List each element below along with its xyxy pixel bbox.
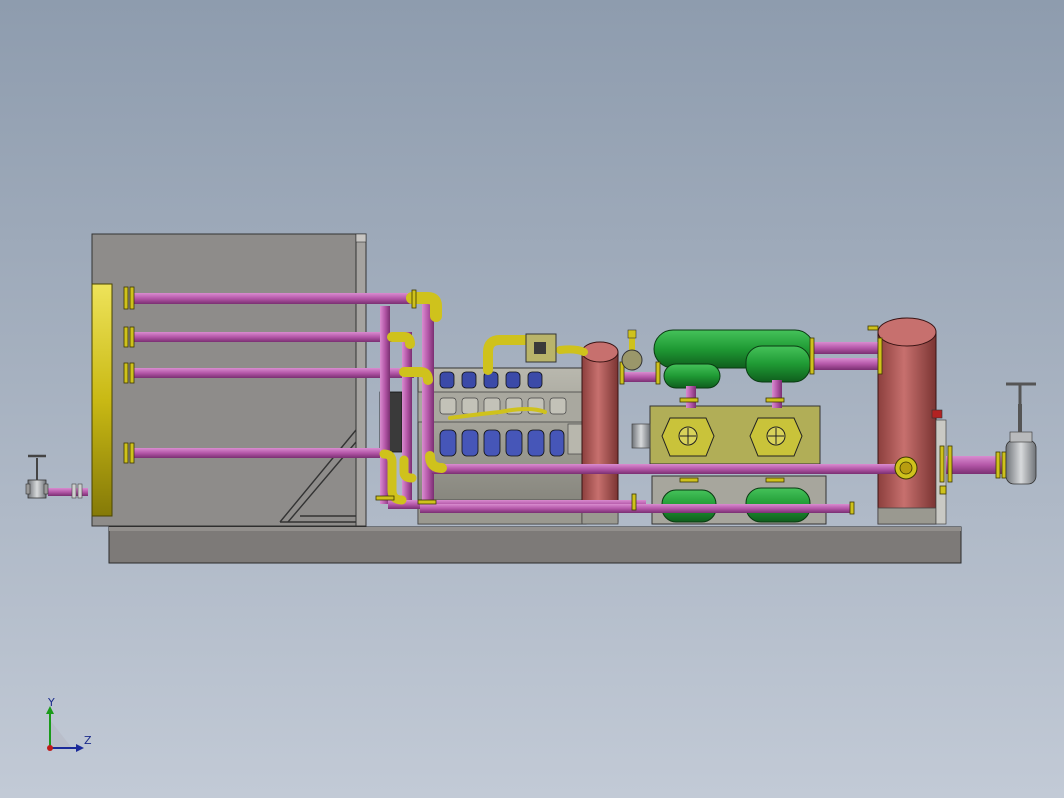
scrubber-vessel-left (581, 341, 619, 525)
outlet-valve (1005, 382, 1037, 485)
z-axis-label: Z (84, 734, 92, 747)
compressor-cylinder-left (661, 417, 715, 457)
cad-viewport[interactable]: Y Z (0, 0, 1064, 798)
skid-base (108, 526, 962, 564)
y-axis-label: Y (47, 698, 55, 709)
compressor-cylinder-right (749, 417, 803, 457)
nozzle-flange (894, 456, 918, 480)
x-axis-dot (47, 745, 53, 751)
upper-pulsation-bottles (653, 329, 815, 408)
inlet-valve (25, 454, 88, 499)
scrubber-vessel-right (877, 317, 947, 525)
triad-plane (50, 720, 72, 748)
cad-model-view[interactable] (0, 0, 1064, 798)
front-panel (91, 283, 113, 517)
axis-triad: Y Z (46, 698, 92, 752)
